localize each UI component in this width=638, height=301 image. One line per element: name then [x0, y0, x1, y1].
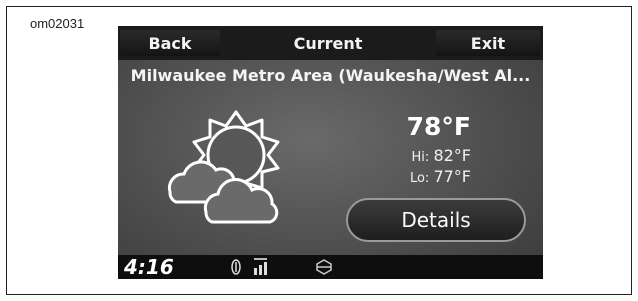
low-value: 77°F: [433, 167, 471, 186]
high-label: Hi:: [411, 150, 430, 165]
infotainment-screen: Back Current Exit Milwaukee Metro Area (…: [118, 26, 543, 279]
gps-icon: [231, 259, 241, 275]
location-title: Milwaukee Metro Area (Waukesha/West Al..…: [130, 66, 531, 85]
back-button[interactable]: Back: [120, 30, 220, 56]
exit-button[interactable]: Exit: [436, 30, 540, 56]
harley-logo-icon: [316, 259, 332, 275]
partly-cloudy-icon: [167, 110, 280, 224]
status-bar: 4:16: [118, 255, 543, 279]
high-temperature: Hi: 82°F: [412, 146, 471, 165]
top-bar: Back Current Exit: [118, 26, 543, 60]
figure-id: om02031: [30, 16, 85, 31]
screen-title: Current: [293, 33, 363, 53]
clock: 4:16: [124, 255, 174, 279]
signal-strength-icon: [254, 258, 267, 275]
details-button[interactable]: Details: [346, 198, 526, 242]
high-value: 82°F: [433, 146, 471, 165]
low-label: Lo:: [409, 171, 430, 186]
current-temperature: 78°F: [406, 112, 471, 141]
low-temperature: Lo: 77°F: [410, 167, 471, 186]
